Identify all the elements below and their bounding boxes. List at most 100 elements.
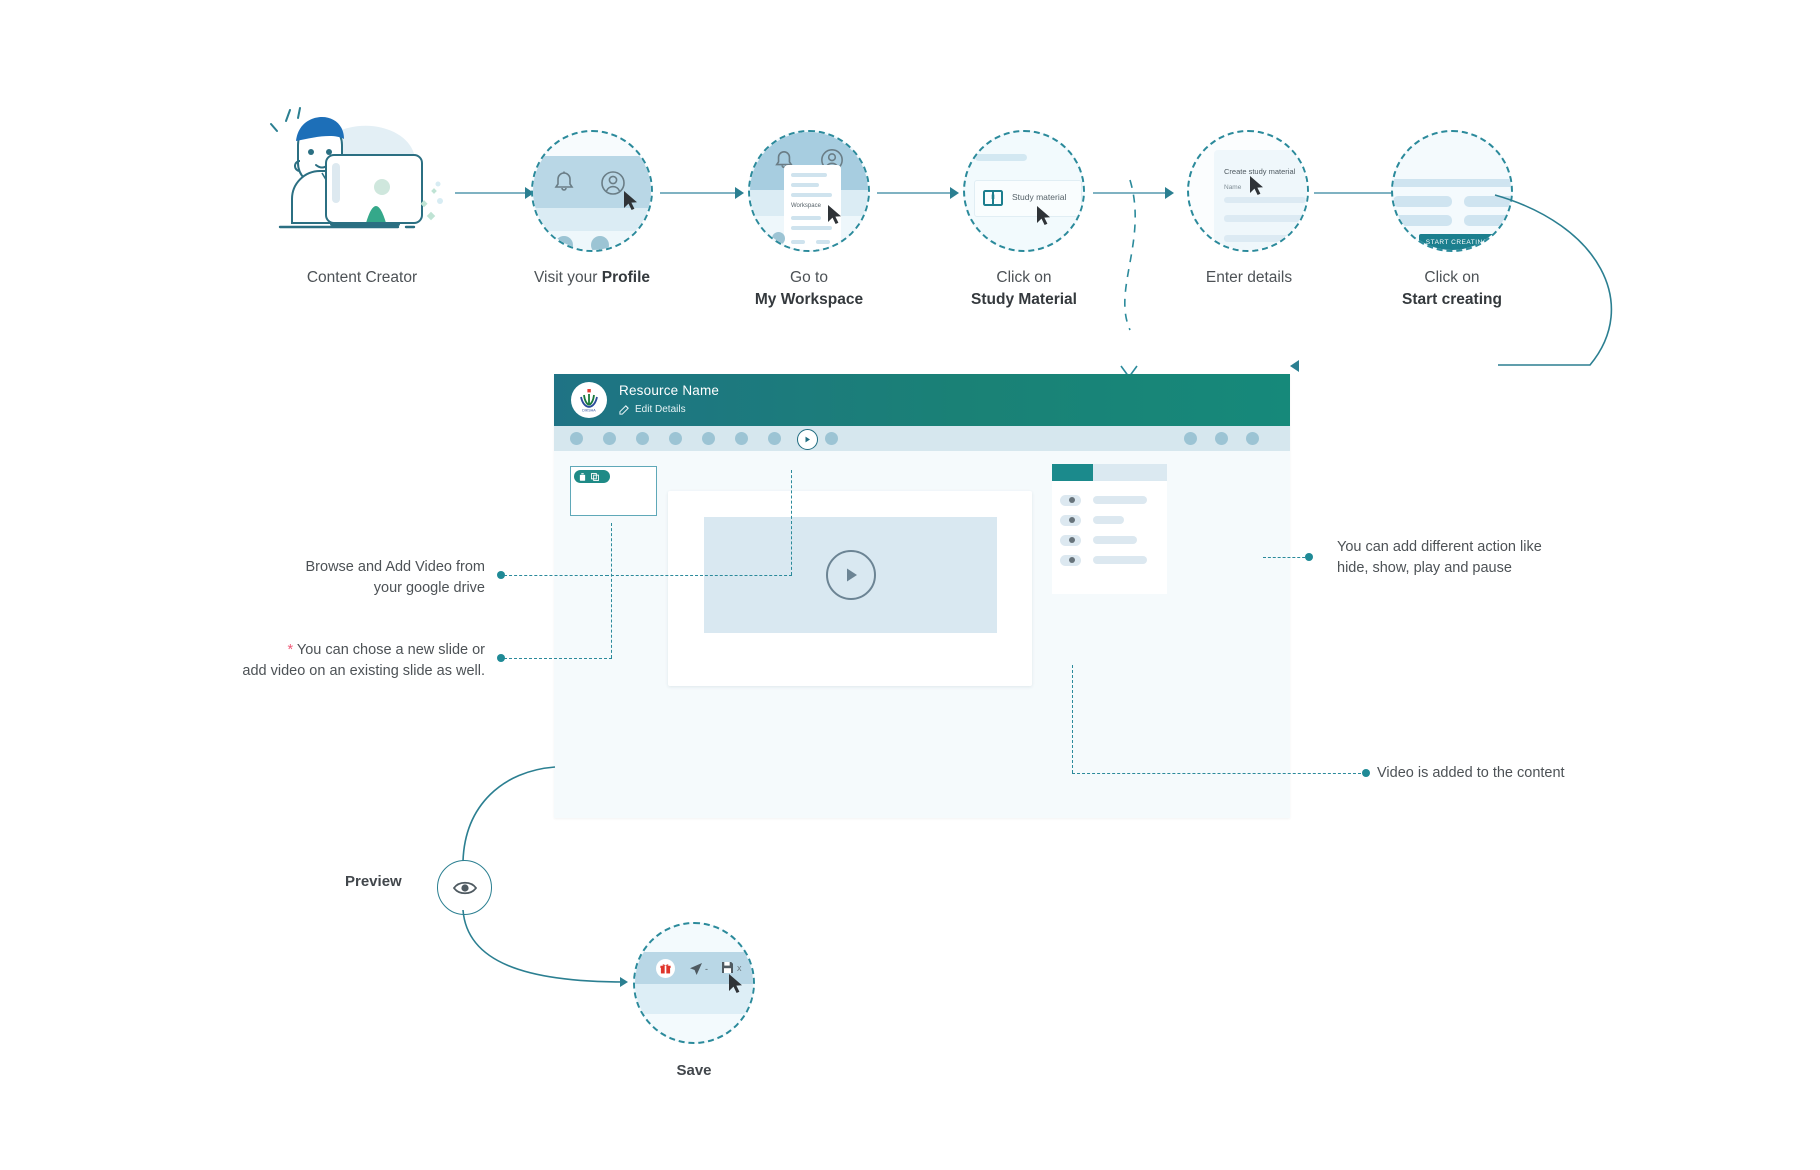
callout-line-video-added-h bbox=[1072, 773, 1366, 774]
form-line bbox=[1393, 215, 1452, 226]
connector-arrowhead-to-app bbox=[1290, 360, 1299, 372]
eye-icon bbox=[452, 881, 477, 894]
action-label-bar bbox=[1093, 556, 1147, 564]
toolbar-dot[interactable] bbox=[735, 432, 748, 445]
connector-arrowhead-2 bbox=[735, 187, 744, 199]
callout-line-toolbar-video bbox=[791, 470, 792, 575]
edit-pencil-icon bbox=[619, 404, 630, 415]
callout-dot-actions bbox=[1305, 553, 1313, 561]
profile-chip-2 bbox=[591, 236, 609, 250]
flow-diagram-canvas: Content Creator Visit your Profile Works… bbox=[0, 0, 1820, 1170]
slide-thumbnail[interactable] bbox=[570, 466, 657, 516]
toolbar-video-button[interactable] bbox=[797, 429, 818, 450]
step-go-to-workspace[interactable]: Workspace bbox=[748, 130, 870, 252]
callout-line-slide-h bbox=[504, 658, 612, 659]
gift-icon[interactable] bbox=[656, 959, 675, 978]
callout-line-toolbar-video-h bbox=[606, 575, 792, 576]
save-close-label[interactable]: x bbox=[737, 963, 742, 973]
play-circle-icon[interactable] bbox=[825, 550, 876, 600]
bell-icon[interactable] bbox=[553, 170, 575, 194]
step-click-study-material[interactable]: Study material bbox=[963, 130, 1085, 252]
step-label-text: Visit your bbox=[533, 269, 602, 286]
menu-line bbox=[791, 240, 805, 244]
actions-panel[interactable] bbox=[1052, 464, 1167, 594]
step-label-text: Go to bbox=[790, 269, 828, 286]
step-label-bold: My Workspace bbox=[754, 291, 864, 308]
connector-arrow-1 bbox=[455, 192, 527, 194]
study-material-button-label: Study material bbox=[1012, 192, 1067, 202]
edit-details-button[interactable]: Edit Details bbox=[619, 404, 686, 415]
annotation-actions: You can add different action like hide, … bbox=[1337, 537, 1617, 579]
action-toggle-knob bbox=[1069, 537, 1075, 543]
profile-chip-1 bbox=[555, 236, 573, 250]
annotation-line-1: You can add different action like bbox=[1337, 539, 1542, 555]
step-label-content-creator: Content Creator bbox=[242, 267, 482, 289]
annotation-line-1: Browse and Add Video from bbox=[305, 559, 485, 575]
step-visit-profile[interactable] bbox=[531, 130, 653, 252]
connector-curve-to-app bbox=[1494, 194, 1613, 366]
app-body bbox=[554, 451, 1290, 818]
trash-icon[interactable] bbox=[579, 472, 586, 481]
app-window: DIKSHA Resource Name Edit Details bbox=[554, 374, 1290, 818]
step-save[interactable]: - x bbox=[633, 922, 755, 1044]
annotation-line-1: Video is added to the content bbox=[1377, 765, 1565, 781]
slide-canvas[interactable] bbox=[668, 491, 1032, 686]
preview-label: Preview bbox=[345, 873, 402, 890]
connector-arrow-2 bbox=[660, 192, 737, 194]
callout-line-browse-video bbox=[504, 575, 608, 576]
callout-dot-choose-slide bbox=[497, 654, 505, 662]
toolbar-dot-right[interactable] bbox=[1184, 432, 1197, 445]
menu-line bbox=[791, 183, 819, 187]
toolbar-dot[interactable] bbox=[825, 432, 838, 445]
copy-icon[interactable] bbox=[591, 472, 599, 481]
toolbar-dot-right[interactable] bbox=[1215, 432, 1228, 445]
book-icon bbox=[983, 189, 1003, 207]
actions-panel-tab-active[interactable] bbox=[1052, 464, 1093, 481]
form-line bbox=[1393, 196, 1452, 207]
app-title: Resource Name bbox=[619, 383, 720, 398]
annotation-video-added: Video is added to the content bbox=[1377, 763, 1677, 784]
menu-line bbox=[791, 173, 827, 177]
connector-arrowhead-save bbox=[620, 977, 628, 987]
step-label-bold: Study Material bbox=[971, 291, 1077, 308]
toolbar-dot-right[interactable] bbox=[1246, 432, 1259, 445]
toolbar-dot[interactable] bbox=[702, 432, 715, 445]
toolbar-dot[interactable] bbox=[768, 432, 781, 445]
app-header: DIKSHA Resource Name Edit Details bbox=[554, 374, 1290, 426]
svg-text:DIKSHA: DIKSHA bbox=[582, 409, 596, 413]
connector-dashed-to-app bbox=[1124, 179, 1136, 331]
annotation-line-2: add video on an existing slide as well. bbox=[242, 663, 485, 679]
slide-thumbnail-actions[interactable] bbox=[574, 470, 610, 483]
study-material-button[interactable]: Study material bbox=[974, 180, 1082, 217]
toolbar-dot[interactable] bbox=[570, 432, 583, 445]
annotation-line-1: You can chose a new slide or bbox=[293, 642, 485, 658]
menu-line bbox=[791, 226, 832, 230]
toolbar-dot[interactable] bbox=[669, 432, 682, 445]
action-toggle-knob bbox=[1069, 557, 1075, 563]
menu-item-workspace-label[interactable]: Workspace bbox=[791, 203, 821, 209]
preview-button[interactable] bbox=[437, 860, 492, 915]
action-label-bar bbox=[1093, 536, 1137, 544]
diksha-logo: DIKSHA bbox=[571, 382, 607, 418]
action-label-bar bbox=[1093, 496, 1147, 504]
toolbar-dot[interactable] bbox=[603, 432, 616, 445]
send-icon[interactable]: - bbox=[689, 962, 708, 976]
menu-line bbox=[791, 193, 832, 197]
annotation-choose-slide: * You can chose a new slide or add video… bbox=[215, 640, 485, 682]
annotation-line-2: your google drive bbox=[373, 580, 485, 596]
step-label-visit-profile: Visit your Profile bbox=[472, 267, 712, 289]
step-label-go-to-workspace: Go to My Workspace bbox=[689, 267, 929, 311]
callout-line-video-added-v bbox=[1072, 665, 1073, 773]
connector-arrow-5 bbox=[1314, 192, 1398, 194]
action-toggle-knob bbox=[1069, 497, 1075, 503]
connector-curve-app-to-preview bbox=[462, 766, 556, 862]
cursor-icon bbox=[623, 190, 639, 212]
menu-line bbox=[816, 240, 830, 244]
callout-line-slide-v bbox=[611, 523, 612, 658]
cursor-icon bbox=[827, 204, 843, 226]
actions-panel-tab-inactive[interactable] bbox=[1093, 464, 1167, 481]
study-top-line bbox=[975, 154, 1027, 161]
save-label: Save bbox=[676, 1062, 712, 1079]
toolbar-dot[interactable] bbox=[636, 432, 649, 445]
workspace-dot bbox=[772, 232, 785, 245]
